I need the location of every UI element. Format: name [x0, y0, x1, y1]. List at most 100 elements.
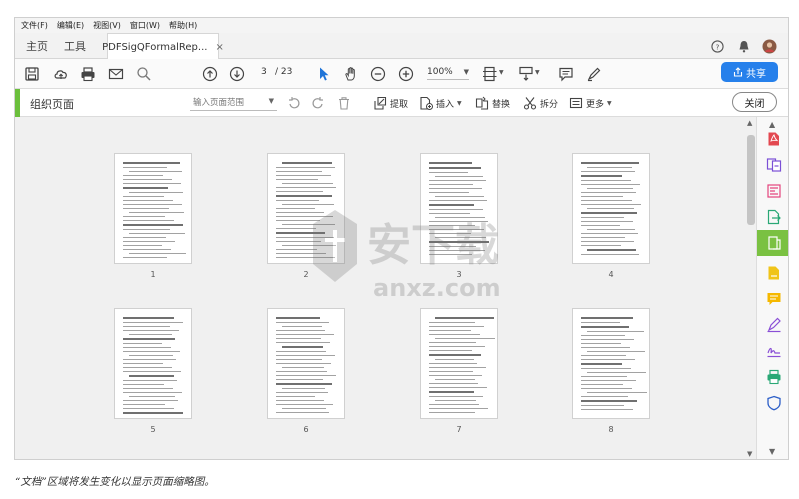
hand-tool-icon[interactable]	[342, 65, 360, 83]
highlight-pen-icon[interactable]	[585, 65, 603, 83]
tab-document-title: PDFSigQFormalRep...	[102, 41, 208, 53]
tab-bar: 主页 工具 PDFSigQFormalRep... × ?	[15, 33, 788, 60]
tab-home[interactable]: 主页	[19, 33, 55, 59]
vertical-scrollbar[interactable]: ▲ ▼	[746, 117, 756, 459]
prev-page-icon[interactable]	[201, 65, 219, 83]
share-button[interactable]: 共享	[721, 62, 778, 82]
insert-button[interactable]: 插入 ▼	[419, 95, 462, 111]
more-label: 更多	[586, 99, 605, 110]
save-icon[interactable]	[23, 65, 41, 83]
split-label: 拆分	[540, 99, 559, 110]
edit-pdf-icon[interactable]	[764, 181, 784, 201]
page-thumbnail[interactable]	[420, 308, 498, 419]
page-thumbnail[interactable]	[267, 308, 345, 419]
export-pdf-icon[interactable]	[764, 207, 784, 227]
close-icon[interactable]: ×	[215, 42, 223, 53]
select-cursor-icon[interactable]	[315, 65, 333, 83]
tab-document[interactable]: PDFSigQFormalRep... ×	[102, 33, 224, 60]
page-range-input[interactable]: 输入页面范围 ▼	[190, 94, 277, 111]
extract-button[interactable]: 提取	[373, 95, 408, 111]
share-label: 共享	[746, 68, 766, 80]
more-button[interactable]: 更多 ▼	[569, 95, 612, 111]
help-icon[interactable]: ?	[709, 38, 725, 54]
comment-icon[interactable]	[557, 65, 575, 83]
protect-shield-icon[interactable]	[764, 393, 784, 413]
comment-tool-icon[interactable]	[764, 289, 784, 309]
page-number-label: 2	[303, 270, 309, 279]
scroll-mode-icon[interactable]	[517, 65, 535, 83]
menu-help[interactable]: 帮助(H)	[169, 20, 197, 31]
cloud-upload-icon[interactable]	[52, 65, 70, 83]
page-number-label: 5	[150, 425, 156, 434]
right-tools-panel: ▲ ▼	[756, 117, 788, 459]
chevron-down-icon[interactable]: ▼	[769, 447, 775, 456]
page-thumbnail[interactable]	[572, 308, 650, 419]
print-icon[interactable]	[79, 65, 97, 83]
caption: “文档”区域将发生变化以显示页面缩略图。	[15, 476, 215, 488]
page-number-label: 3	[456, 270, 462, 279]
menu-file[interactable]: 文件(F)	[21, 20, 48, 31]
zoom-out-icon[interactable]	[369, 65, 387, 83]
page-thumbnail[interactable]	[572, 153, 650, 264]
more-icon	[569, 97, 583, 109]
zoom-select[interactable]: 100% ▼	[427, 67, 469, 80]
chevron-down-icon: ▼	[268, 97, 274, 105]
extract-label: 提取	[390, 99, 409, 110]
zoom-in-icon[interactable]	[397, 65, 415, 83]
page-number-label: 4	[608, 270, 614, 279]
menu-window[interactable]: 窗口(W)	[130, 20, 160, 31]
print-production-icon[interactable]	[764, 367, 784, 387]
chevron-down-icon: ▼	[607, 99, 612, 107]
chevron-down-icon[interactable]: ▼	[535, 69, 540, 76]
search-icon[interactable]	[135, 65, 153, 83]
organize-pages-icon[interactable]	[757, 230, 788, 256]
close-button[interactable]: 关闭	[732, 92, 777, 112]
page-fit-icon[interactable]	[481, 65, 499, 83]
insert-icon	[420, 96, 433, 110]
organize-title: 组织页面	[30, 98, 74, 111]
trash-icon[interactable]	[337, 95, 351, 111]
replace-label: 替换	[492, 99, 511, 110]
upload-icon	[733, 67, 743, 77]
page-number-label: 6	[303, 425, 309, 434]
page-thumbnail-grid: 1 2 3 4 5 6 7 8	[15, 117, 746, 459]
create-pdf-icon[interactable]	[764, 129, 784, 149]
page-thumbnail[interactable]	[114, 153, 192, 264]
chevron-down-icon: ▼	[463, 68, 469, 76]
main-toolbar: 3 / 23 100% ▼ ▼ ▼ 共享	[15, 59, 788, 89]
scissors-icon	[523, 97, 537, 110]
email-icon[interactable]	[107, 65, 125, 83]
chevron-up-icon[interactable]: ▲	[769, 120, 775, 129]
replace-icon	[475, 96, 489, 110]
combine-files-icon[interactable]	[764, 155, 784, 175]
split-button[interactable]: 拆分	[523, 95, 558, 111]
sign-pen-icon[interactable]	[764, 315, 784, 335]
scrollbar-thumb[interactable]	[747, 135, 755, 225]
signature-icon[interactable]	[764, 341, 784, 361]
replace-button[interactable]: 替换	[475, 95, 510, 111]
page-thumbnail[interactable]	[114, 308, 192, 419]
accent-stripe	[15, 89, 20, 117]
scroll-up-icon[interactable]: ▲	[747, 119, 752, 127]
rotate-left-icon[interactable]	[287, 95, 301, 111]
insert-label: 插入	[436, 99, 455, 110]
page-thumbnail[interactable]	[420, 153, 498, 264]
chevron-down-icon: ▼	[457, 99, 462, 107]
scroll-down-icon[interactable]: ▼	[747, 450, 752, 458]
page-range-placeholder: 输入页面范围	[193, 98, 245, 108]
avatar[interactable]	[761, 38, 777, 54]
bell-icon[interactable]	[736, 38, 752, 54]
page-number-input[interactable]: 3	[261, 67, 267, 77]
tab-tools[interactable]: 工具	[57, 33, 93, 59]
chevron-down-icon[interactable]: ▼	[499, 69, 504, 76]
menu-edit[interactable]: 编辑(E)	[57, 20, 84, 31]
acrobat-window: 文件(F) 编辑(E) 视图(V) 窗口(W) 帮助(H) 主页 工具 PDFS…	[14, 17, 789, 460]
page-thumbnail[interactable]	[267, 153, 345, 264]
extract-icon	[374, 96, 387, 110]
organize-pages-bar: 组织页面 输入页面范围 ▼ 提取 插入 ▼ 替换 拆分 更多 ▼ 关闭	[15, 89, 788, 117]
next-page-icon[interactable]	[228, 65, 246, 83]
page-number-label: 1	[150, 270, 156, 279]
rotate-right-icon[interactable]	[311, 95, 325, 111]
fill-sign-icon[interactable]	[764, 263, 784, 283]
menu-view[interactable]: 视图(V)	[93, 20, 121, 31]
